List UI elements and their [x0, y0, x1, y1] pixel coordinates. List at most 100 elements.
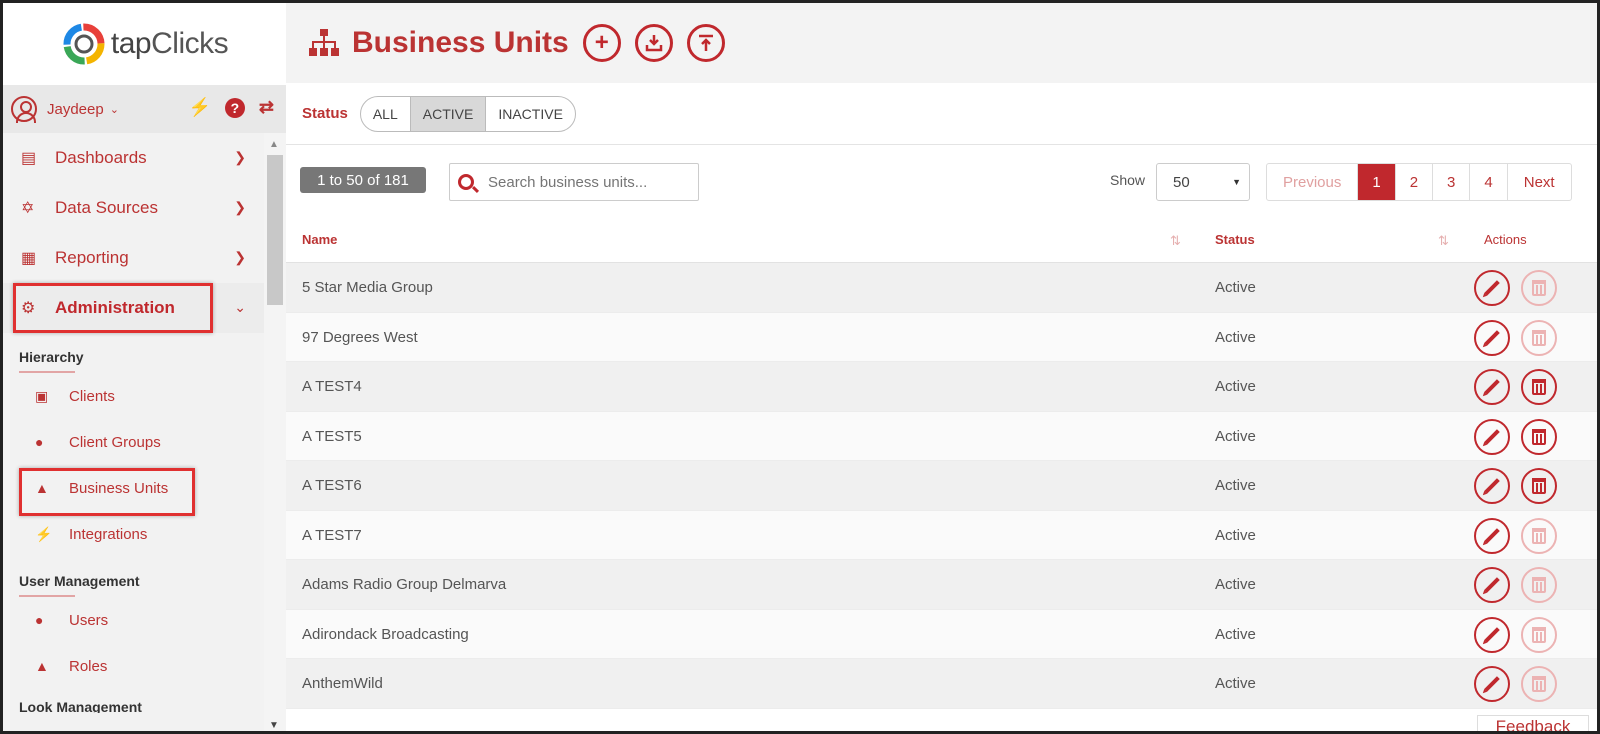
- pagination-next[interactable]: Next: [1508, 164, 1571, 200]
- business-unit-name[interactable]: A TEST7: [302, 527, 362, 544]
- edit-button[interactable]: [1474, 666, 1510, 702]
- column-header-status[interactable]: Status: [1215, 232, 1255, 247]
- edit-button[interactable]: [1474, 517, 1510, 554]
- table-header: Name ⇅ Status ⇅ Actions: [286, 217, 1597, 263]
- main-content: Business Units + Status ALL ACTIVE INACT…: [286, 3, 1597, 731]
- search-input[interactable]: [488, 173, 688, 191]
- delete-button[interactable]: [1521, 369, 1557, 405]
- search-box[interactable]: [449, 163, 699, 201]
- trash-icon: [1532, 379, 1546, 395]
- column-header-name[interactable]: Name: [302, 232, 337, 247]
- page-size-select[interactable]: 50 ▼: [1156, 163, 1250, 201]
- user-menu-name[interactable]: Jaydeep: [47, 101, 104, 118]
- delete-button[interactable]: [1521, 666, 1557, 702]
- sidebar-scrollbar[interactable]: ▲ ▼: [264, 133, 286, 731]
- delete-button[interactable]: [1521, 270, 1557, 306]
- edit-button[interactable]: [1474, 418, 1510, 455]
- status-toggle-group: ALL ACTIVE INACTIVE: [359, 95, 576, 132]
- nav-item-integrations[interactable]: ⚡ Integrations: [3, 511, 264, 557]
- pagination-page-2[interactable]: 2: [1396, 164, 1434, 200]
- business-unit-name[interactable]: AnthemWild: [302, 675, 383, 692]
- pencil-icon: [1484, 676, 1500, 692]
- trash-icon: [1532, 577, 1546, 593]
- pagination-page-1[interactable]: 1: [1358, 164, 1396, 200]
- trash-icon: [1532, 478, 1546, 494]
- table-controls: 1 to 50 of 181 Show 50 ▼ Previous 1 2 3 …: [286, 145, 1597, 217]
- sitemap-icon: [309, 29, 339, 56]
- status-option-all[interactable]: ALL: [361, 96, 411, 131]
- pagination-previous[interactable]: Previous: [1267, 164, 1359, 200]
- nav-item-roles[interactable]: ▲ Roles: [3, 643, 264, 689]
- status-option-inactive[interactable]: INACTIVE: [486, 97, 575, 131]
- sort-icon[interactable]: ⇅: [1170, 233, 1181, 249]
- scroll-thumb[interactable]: [267, 155, 283, 305]
- nav-item-reporting[interactable]: ▦ Reporting ❯: [3, 233, 264, 283]
- delete-button[interactable]: [1521, 616, 1557, 653]
- pencil-icon: [1484, 428, 1500, 445]
- table-row: Adirondack Broadcasting Active: [286, 609, 1597, 659]
- chevron-right-icon: ❯: [234, 199, 246, 215]
- feedback-button[interactable]: Feedback: [1477, 715, 1589, 731]
- nav-item-data-sources[interactable]: ✡ Data Sources ❯: [3, 183, 264, 233]
- nav-item-users[interactable]: ● Users: [3, 597, 264, 643]
- nav-item-client-groups[interactable]: ● Client Groups: [3, 419, 264, 465]
- user-avatar-icon[interactable]: [11, 96, 37, 123]
- delete-button[interactable]: [1521, 319, 1557, 356]
- edit-button[interactable]: [1474, 270, 1510, 306]
- table-row: A TEST5 Active: [286, 411, 1597, 461]
- section-next-partial: Look Management: [19, 699, 142, 713]
- pagination: Previous 1 2 3 4 Next: [1266, 163, 1572, 201]
- help-icon[interactable]: ?: [224, 97, 245, 118]
- plug-icon: ✡: [21, 200, 35, 217]
- business-unit-name[interactable]: 97 Degrees West: [302, 329, 418, 346]
- nav-item-clients[interactable]: ▣ Clients: [3, 373, 264, 419]
- section-user-management: User Management: [19, 573, 140, 589]
- plug-icon[interactable]: ⚡: [188, 97, 210, 118]
- report-icon: ▦: [21, 250, 37, 267]
- business-unit-name[interactable]: A TEST5: [302, 428, 362, 445]
- scroll-down-icon[interactable]: ▼: [269, 720, 279, 731]
- result-count-badge: 1 to 50 of 181: [300, 167, 426, 193]
- status-filter-bar: Status ALL ACTIVE INACTIVE: [286, 83, 1597, 145]
- business-unit-name[interactable]: Adirondack Broadcasting: [302, 626, 469, 643]
- business-unit-status: Active: [1215, 279, 1256, 296]
- sort-icon[interactable]: ⇅: [1438, 233, 1449, 249]
- business-unit-status: Active: [1215, 576, 1256, 593]
- delete-button[interactable]: [1521, 567, 1557, 603]
- edit-button[interactable]: [1474, 567, 1510, 603]
- table-row: A TEST7 Active: [286, 510, 1597, 560]
- collapse-sidebar-icon[interactable]: ⇄: [259, 97, 274, 118]
- download-button[interactable]: [634, 24, 673, 62]
- business-unit-name[interactable]: Adams Radio Group Delmarva: [302, 576, 506, 593]
- business-unit-name[interactable]: A TEST6: [302, 477, 362, 494]
- delete-button[interactable]: [1521, 418, 1557, 455]
- business-unit-status: Active: [1215, 427, 1256, 445]
- business-unit-name[interactable]: A TEST4: [302, 378, 362, 395]
- section-hierarchy: Hierarchy: [19, 349, 84, 365]
- table-row: 5 Star Media Group Active: [286, 263, 1597, 313]
- pencil-icon: [1484, 626, 1500, 643]
- nav-item-dashboards[interactable]: ▤ Dashboards ❯: [3, 133, 264, 183]
- pagination-page-4[interactable]: 4: [1470, 164, 1508, 200]
- status-option-active[interactable]: ACTIVE: [410, 96, 487, 131]
- edit-button[interactable]: [1474, 616, 1510, 653]
- page-title: Business Units: [352, 26, 569, 59]
- users-icon: ●: [35, 434, 44, 450]
- delete-button[interactable]: [1521, 517, 1557, 554]
- edit-button[interactable]: [1474, 319, 1510, 356]
- business-unit-name[interactable]: 5 Star Media Group: [302, 279, 433, 296]
- add-business-unit-button[interactable]: +: [582, 24, 621, 62]
- edit-button[interactable]: [1474, 369, 1510, 405]
- chevron-right-icon: ❯: [234, 249, 246, 265]
- edit-button[interactable]: [1474, 468, 1510, 504]
- table-body: 5 Star Media Group Active 97 Degrees West A…: [286, 263, 1597, 709]
- upload-button[interactable]: [686, 24, 725, 62]
- brand-logo[interactable]: tapClicks: [3, 3, 286, 85]
- delete-button[interactable]: [1521, 468, 1557, 504]
- pagination-page-3[interactable]: 3: [1433, 164, 1471, 200]
- tapclicks-logo-icon: [63, 23, 105, 65]
- trash-icon: [1532, 428, 1546, 445]
- business-unit-status: Active: [1215, 675, 1256, 692]
- chevron-down-icon[interactable]: ⌄: [110, 103, 119, 116]
- scroll-up-icon[interactable]: ▲: [269, 139, 279, 150]
